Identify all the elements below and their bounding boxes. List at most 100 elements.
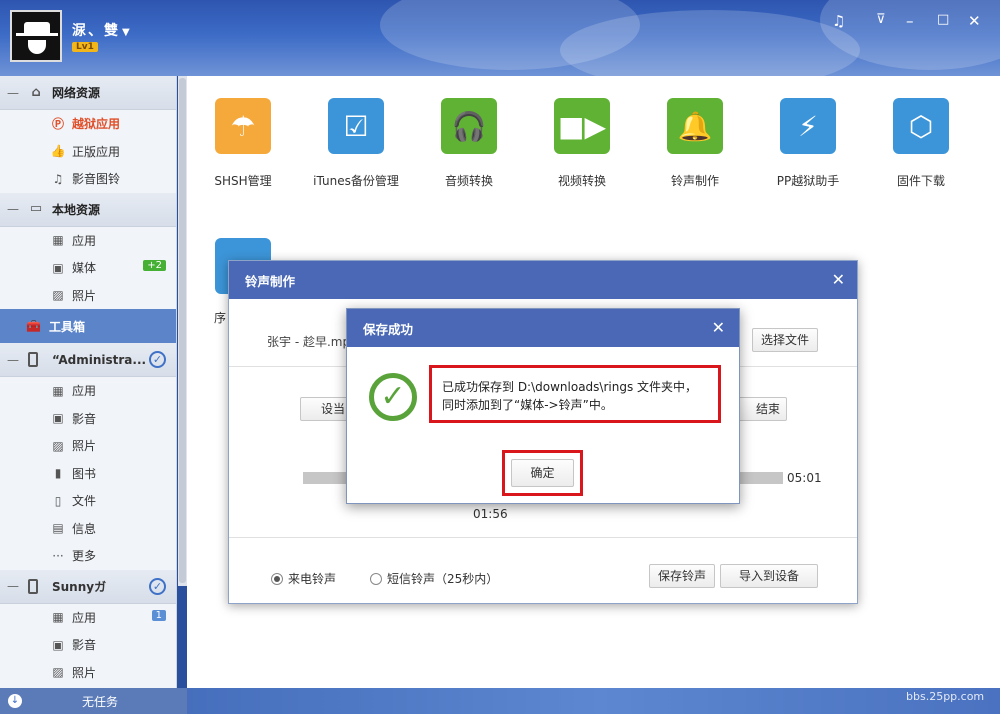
media-icon: ▣ [52, 411, 64, 426]
sidebar-item-label: 影音 [72, 411, 97, 426]
sidebar-item-jailbreak-apps[interactable]: Ⓟ 越狱应用 [0, 110, 176, 138]
sidebar-item-device2-photos[interactable]: ▨ 照片 [0, 659, 176, 687]
sidebar-item-device-more[interactable]: ··· 更多 [0, 542, 176, 570]
count-badge: 1 [151, 609, 166, 621]
dialog-title: 保存成功 [347, 309, 739, 347]
minimize-icon[interactable]: – [906, 12, 914, 30]
save-ringtone-button[interactable]: 保存铃声 [649, 564, 715, 588]
sidebar-item-label: 照片 [72, 665, 97, 680]
video-camera-icon: ■▶ [554, 98, 610, 154]
watermark-site: jingyan.baidu.com [772, 668, 902, 684]
success-message: 已成功保存到 D:\downloads\rings 文件夹中，同时添加到了“媒体… [429, 365, 721, 423]
toolbox-icon: 🧰 [26, 319, 41, 333]
collapse-icon[interactable]: — [0, 202, 26, 216]
tool-label-partial: 序 [214, 311, 227, 325]
sidebar-device-administrator[interactable]: — “Administra... ✓ [0, 343, 176, 377]
sidebar: — ⌂ 网络资源 Ⓟ 越狱应用 👍 正版应用 ♫ 影音图铃 — ▭ 本地资源 ▦… [0, 76, 177, 688]
title-bar: 㳮、雙 ▼ Lv1 ♫ ⊽ – □ ✕ [0, 0, 1000, 76]
task-status[interactable]: ↓ 无任务 [0, 688, 187, 714]
photo-icon: ▨ [52, 665, 64, 680]
current-time: 01:56 [473, 507, 508, 521]
photo-icon: ▨ [52, 288, 64, 303]
collapse-icon[interactable]: — [0, 353, 26, 367]
message-icon: ▤ [52, 521, 64, 536]
photo-icon: ▨ [52, 438, 64, 453]
menu-icon[interactable]: ⊽ [876, 12, 886, 27]
sidebar-item-label: 正版应用 [72, 144, 121, 159]
sidebar-item-label: 信息 [72, 521, 97, 536]
status-bar: ↓ 无任务 [0, 688, 1000, 714]
level-badge: Lv1 [72, 42, 98, 52]
dialog-title: 铃声制作 [229, 261, 857, 299]
sidebar-item-device-media[interactable]: ▣ 影音 [0, 405, 176, 433]
thumb-icon: 👍 [50, 144, 66, 159]
maximize-icon[interactable]: □ [937, 12, 949, 27]
phone-icon [28, 578, 38, 594]
tool-video-convert[interactable]: ■▶ 视频转换 [527, 98, 637, 189]
radio-label: 来电铃声 [288, 572, 337, 586]
close-icon[interactable]: ✕ [712, 318, 725, 337]
tool-jailbreak-helper[interactable]: ⚡ PP越狱助手 [753, 98, 863, 189]
tool-label: 铃声制作 [670, 174, 719, 188]
save-success-dialog: 保存成功 ✕ ✓ 已成功保存到 D:\downloads\rings 文件夹中，… [346, 308, 740, 504]
select-file-button[interactable]: 选择文件 [752, 328, 818, 352]
tool-label: 音频转换 [444, 174, 493, 188]
tool-shsh[interactable]: ☂ SHSH管理 [188, 98, 298, 189]
username-menu[interactable]: 㳮、雙 ▼ [72, 20, 132, 40]
sidebar-item-device-photos[interactable]: ▨ 照片 [0, 432, 176, 460]
section-label: 本地资源 [52, 202, 101, 217]
sidebar-device-sunny[interactable]: — Sunnyガ ✓ [0, 569, 176, 604]
radio-call-ringtone[interactable]: 来电铃声 [271, 570, 336, 587]
avatar[interactable] [10, 10, 62, 62]
sidebar-item-local-media[interactable]: ▣ 媒体 +2 [0, 254, 176, 282]
sidebar-item-label: 媒体 [72, 261, 97, 276]
tool-ringtone-maker[interactable]: 🔔 铃声制作 [640, 98, 750, 189]
sidebar-item-label: 照片 [72, 439, 97, 454]
sidebar-section-online[interactable]: — ⌂ 网络资源 [0, 76, 176, 110]
download-icon: ↓ [8, 694, 22, 708]
sidebar-scrollbar[interactable] [178, 76, 187, 586]
import-to-device-button[interactable]: 导入到设备 [720, 564, 818, 588]
radio-label: 短信铃声（25秒内） [387, 572, 499, 586]
sidebar-item-device2-media[interactable]: ▣ 影音 [0, 631, 176, 659]
box-icon: ⬡ [893, 98, 949, 154]
backup-icon: ☑ [328, 98, 384, 154]
sidebar-item-device-apps[interactable]: ▦ 应用 [0, 377, 176, 405]
sidebar-item-device-books[interactable]: ▮ 图书 [0, 460, 176, 488]
p-icon: Ⓟ [51, 117, 64, 132]
radio-sms-ringtone[interactable]: 短信铃声（25秒内） [370, 570, 498, 587]
monitor-icon: ▭ [29, 201, 43, 216]
scrollbar-thumb[interactable] [179, 78, 186, 583]
ok-button[interactable]: 确定 [511, 459, 574, 487]
file-icon: ▯ [54, 493, 62, 508]
tool-label: PP越狱助手 [776, 174, 840, 188]
sidebar-item-media-ringtones[interactable]: ♫ 影音图铃 [0, 165, 176, 193]
tool-firmware-download[interactable]: ⬡ 固件下载 [866, 98, 976, 189]
sidebar-item-toolbox[interactable]: 🧰 工具箱 [0, 309, 176, 343]
sidebar-item-device-messages[interactable]: ▤ 信息 [0, 515, 176, 543]
sidebar-item-device2-apps[interactable]: ▦ 应用 1 [0, 604, 176, 632]
ok-button-highlight: 确定 [502, 450, 583, 496]
close-icon[interactable]: ✕ [832, 270, 845, 289]
bell-icon: 🔔 [667, 98, 723, 154]
sidebar-item-label: 越狱应用 [72, 117, 121, 132]
sidebar-item-label: 文件 [72, 494, 97, 509]
umbrella-icon: ☂ [215, 98, 271, 154]
sidebar-item-local-apps[interactable]: ▦ 应用 [0, 227, 176, 255]
sidebar-item-genuine-apps[interactable]: 👍 正版应用 [0, 138, 176, 166]
sidebar-item-label: 图书 [72, 466, 97, 481]
tool-label: 视频转换 [557, 174, 606, 188]
sidebar-item-local-photos[interactable]: ▨ 照片 [0, 282, 176, 310]
sidebar-item-device-files[interactable]: ▯ 文件 [0, 487, 176, 515]
sidebar-item-label: 应用 [72, 610, 97, 625]
music-note-icon[interactable]: ♫ [832, 12, 845, 30]
tool-audio-convert[interactable]: 🎧 音频转换 [414, 98, 524, 189]
close-icon[interactable]: ✕ [968, 12, 981, 30]
status-text: 无任务 [82, 694, 119, 709]
collapse-icon[interactable]: — [0, 579, 26, 593]
collapse-icon[interactable]: — [0, 86, 26, 100]
tool-itunes-backup[interactable]: ☑ iTunes备份管理 [301, 98, 411, 189]
grid-icon: ▦ [52, 610, 64, 625]
sidebar-section-local[interactable]: — ▭ 本地资源 [0, 192, 176, 227]
headphones-icon: 🎧 [441, 98, 497, 154]
